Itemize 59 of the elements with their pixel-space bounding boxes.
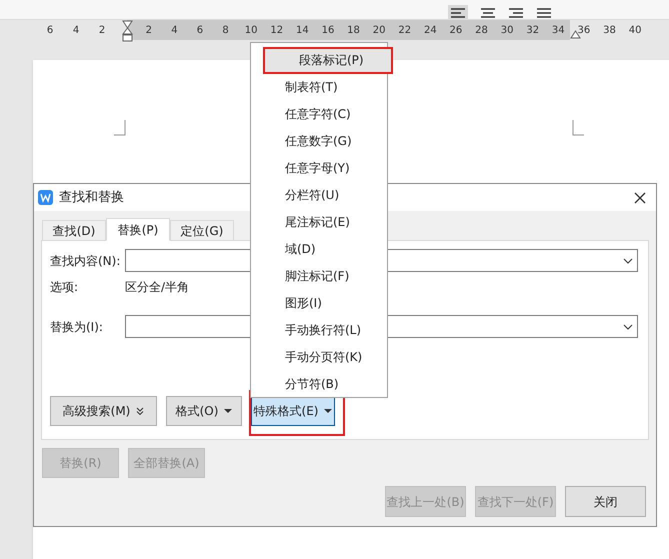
format-button[interactable]: 格式(O) [166, 396, 242, 426]
menu-item[interactable]: 任意字母(Y) [251, 154, 387, 182]
ruler-number: 6 [46, 24, 54, 38]
menu-item[interactable]: 脚注标记(F) [251, 262, 387, 290]
ruler-number: 2 [146, 24, 152, 38]
chevron-down-icon[interactable] [623, 258, 633, 264]
ruler-number: 24 [424, 24, 437, 38]
menu-item[interactable]: 制表符(T) [251, 74, 387, 101]
ruler-number: 18 [347, 24, 360, 38]
ruler-number: 6 [196, 24, 204, 38]
ruler-number: 22 [398, 24, 412, 38]
options-value: 区分全/半角 [125, 279, 190, 296]
corner-mark-icon [572, 120, 584, 136]
ruler-number: 38 [603, 24, 616, 38]
field-label: 查找内容(N): [50, 252, 122, 270]
ruler-number: 26 [450, 24, 462, 38]
ruler-number: 16 [322, 24, 334, 38]
menu-item[interactable]: 任意数字(G) [251, 128, 387, 155]
format-button[interactable]: 特殊格式(E) [251, 396, 335, 426]
app-logo-icon [38, 190, 53, 205]
dialog-button[interactable]: 关闭 [565, 486, 646, 517]
menu-item[interactable]: 域(D) [251, 235, 387, 262]
ruler-number: 8 [222, 24, 229, 38]
ruler-number: 28 [475, 24, 488, 38]
indent-marker-icon[interactable] [122, 20, 133, 42]
ruler-number: 40 [628, 24, 642, 38]
ruler-number: 14 [296, 24, 309, 38]
tab[interactable]: 替换(P) [106, 218, 170, 241]
ruler-number: 4 [72, 24, 80, 38]
ruler-number: 34 [552, 24, 565, 38]
menu-item[interactable]: 图形(I) [251, 289, 387, 316]
caret-icon[interactable] [224, 407, 232, 415]
ruler-number: 2 [98, 24, 106, 38]
ruler-number: 36 [578, 24, 590, 38]
field-label: 替换为(I): [50, 318, 104, 336]
menu-item[interactable]: 任意字符(C) [251, 100, 387, 128]
ruler-number: 20 [372, 24, 386, 38]
format-button[interactable]: 高级搜索(M) [50, 396, 157, 426]
chevron-down-icon[interactable] [623, 324, 633, 330]
menu-item[interactable]: 段落标记(P) [263, 47, 393, 74]
menu-item[interactable]: 分节符(B) [251, 370, 387, 397]
caret-icon[interactable] [324, 407, 332, 415]
menu-item[interactable]: 尾注标记(E) [251, 208, 387, 236]
close-icon[interactable] [634, 192, 646, 204]
ruler-number: 10 [244, 24, 258, 38]
ruler-number: 4 [171, 24, 178, 38]
align-left-icon[interactable] [448, 5, 468, 19]
double-chevron-icon[interactable] [136, 407, 144, 415]
ruler-number: 30 [500, 24, 514, 38]
menu-item[interactable]: 分栏符(U) [251, 182, 387, 209]
options-label: 选项: [50, 279, 80, 296]
menu-item[interactable]: 手动换行符(L) [251, 316, 387, 344]
ruler-number: 12 [270, 24, 284, 38]
tab[interactable]: 定位(G) [170, 220, 234, 241]
tab[interactable]: 查找(D) [42, 220, 106, 241]
window-title: 查找和替换 [59, 188, 124, 207]
menu-item[interactable]: 手动分页符(K) [251, 343, 387, 370]
ruler-number: 32 [526, 24, 540, 38]
corner-mark-icon [114, 120, 126, 136]
